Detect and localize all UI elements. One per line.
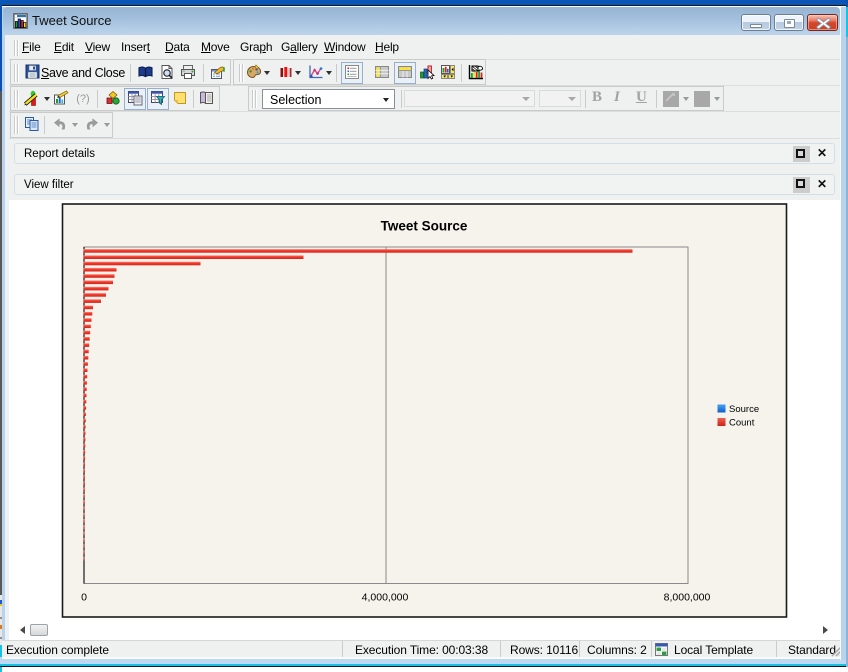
svg-text:Tweet Source: Tweet Source: [381, 218, 468, 233]
svg-text:0: 0: [81, 591, 87, 603]
svg-text:Source: Source: [729, 404, 759, 415]
svg-text:8,000,000: 8,000,000: [664, 591, 711, 603]
svg-text:4,000,000: 4,000,000: [362, 591, 409, 603]
svg-text:(?): (?): [76, 93, 89, 105]
svg-text:Count: Count: [729, 417, 755, 428]
